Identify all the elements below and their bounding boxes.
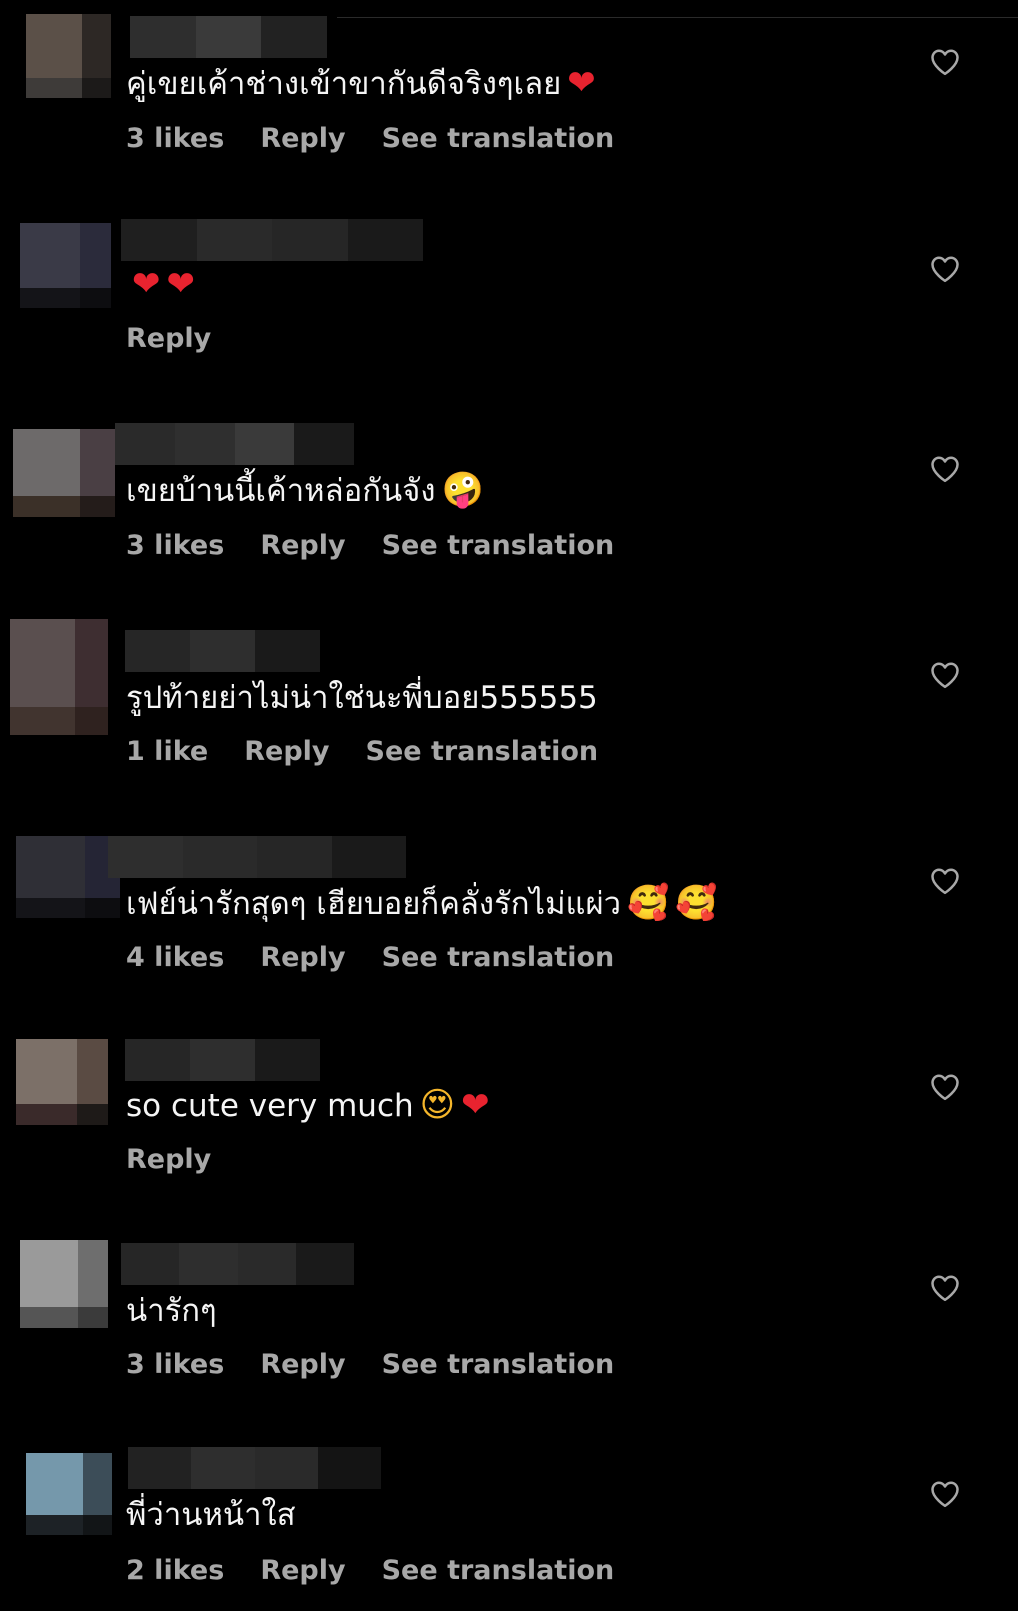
reply-button[interactable]: Reply: [126, 1144, 211, 1175]
username-redacted[interactable]: [125, 1039, 320, 1081]
likes-count[interactable]: 3 likes: [126, 1349, 224, 1380]
emoji-list: ❤: [561, 63, 596, 103]
reply-button[interactable]: Reply: [260, 123, 345, 154]
username-redacted[interactable]: [115, 423, 354, 465]
avatar[interactable]: [20, 223, 111, 308]
username-redacted[interactable]: [108, 836, 406, 878]
face-emoji: 🥰: [627, 883, 670, 923]
heart-emoji: ❤: [166, 264, 196, 304]
heart-outline-icon[interactable]: [930, 48, 960, 76]
comment-text: น่ารักๆ: [126, 1293, 217, 1329]
username-redacted[interactable]: [121, 219, 423, 261]
comment-text: คู่เขยเค้าช่างเข้าขากันดีจริงๆเลย ❤: [126, 63, 596, 103]
face-emoji: 🤪: [441, 470, 484, 510]
username-redacted[interactable]: [125, 630, 320, 672]
reply-button[interactable]: Reply: [260, 1349, 345, 1380]
avatar[interactable]: [13, 429, 115, 517]
reply-button[interactable]: Reply: [244, 736, 329, 767]
comment-text: พี่ว่านหน้าใส: [126, 1497, 296, 1533]
emoji-list: ❤ ❤: [126, 264, 195, 304]
heart-outline-icon[interactable]: [930, 1073, 960, 1101]
see-translation-button[interactable]: See translation: [382, 1555, 615, 1586]
heart-outline-icon[interactable]: [930, 255, 960, 283]
see-translation-button[interactable]: See translation: [382, 1349, 615, 1380]
see-translation-button[interactable]: See translation: [382, 942, 615, 973]
comment-text: so cute very much 😍 ❤: [126, 1085, 490, 1125]
likes-count[interactable]: 1 like: [126, 736, 208, 767]
see-translation-button[interactable]: See translation: [366, 736, 599, 767]
comment-actions: Reply: [126, 1143, 247, 1177]
heart-emoji: ❤: [567, 63, 596, 103]
heart-emoji: ❤: [461, 1085, 490, 1125]
heart-outline-icon[interactable]: [930, 867, 960, 895]
comment-text: ❤ ❤: [126, 264, 195, 305]
comment-actions: 3 likes Reply See translation: [126, 1348, 650, 1382]
username-redacted[interactable]: [121, 1243, 354, 1285]
likes-count[interactable]: 2 likes: [126, 1555, 224, 1586]
emoji-list: 🥰 🥰: [621, 883, 718, 923]
avatar[interactable]: [26, 14, 111, 98]
likes-count[interactable]: 3 likes: [126, 530, 224, 561]
see-translation-button[interactable]: See translation: [382, 123, 615, 154]
heart-outline-icon[interactable]: [930, 661, 960, 689]
reply-button[interactable]: Reply: [260, 1555, 345, 1586]
heart-outline-icon[interactable]: [930, 455, 960, 483]
reply-button[interactable]: Reply: [260, 530, 345, 561]
avatar[interactable]: [20, 1240, 108, 1328]
comment-actions: 1 like Reply See translation: [126, 735, 634, 769]
comment-text: เฟย์น่ารักสุดๆ เฮียบอยก็คลั่งรักไม่แผ่ว 🥰…: [126, 883, 718, 923]
top-divider: [337, 17, 1018, 18]
likes-count[interactable]: 4 likes: [126, 942, 224, 973]
username-redacted[interactable]: [130, 16, 327, 58]
avatar[interactable]: [26, 1453, 112, 1535]
comment-actions: 3 likes Reply See translation: [126, 529, 650, 563]
likes-count[interactable]: 3 likes: [126, 123, 224, 154]
see-translation-button[interactable]: See translation: [382, 530, 615, 561]
comment-actions: 4 likes Reply See translation: [126, 941, 650, 975]
comment-actions: 3 likes Reply See translation: [126, 122, 650, 156]
comment-text: รูปท้ายย่าไม่น่าใช่นะพี่บอย555555: [126, 680, 598, 716]
comment-actions: Reply: [126, 322, 247, 356]
heart-outline-icon[interactable]: [930, 1480, 960, 1508]
reply-button[interactable]: Reply: [260, 942, 345, 973]
avatar[interactable]: [16, 1039, 108, 1125]
comment-text: เขยบ้านนี้เค้าหล่อกันจัง 🤪: [126, 470, 484, 510]
avatar[interactable]: [16, 836, 120, 918]
face-emoji: 😍: [419, 1085, 456, 1125]
heart-outline-icon[interactable]: [930, 1274, 960, 1302]
comment-actions: 2 likes Reply See translation: [126, 1554, 650, 1588]
emoji-list: 😍 ❤: [414, 1085, 490, 1125]
avatar[interactable]: [10, 619, 108, 735]
face-emoji: 🥰: [675, 883, 718, 923]
emoji-list: 🤪: [435, 470, 483, 510]
username-redacted[interactable]: [128, 1447, 381, 1489]
heart-emoji: ❤: [132, 264, 161, 304]
reply-button[interactable]: Reply: [126, 323, 211, 354]
